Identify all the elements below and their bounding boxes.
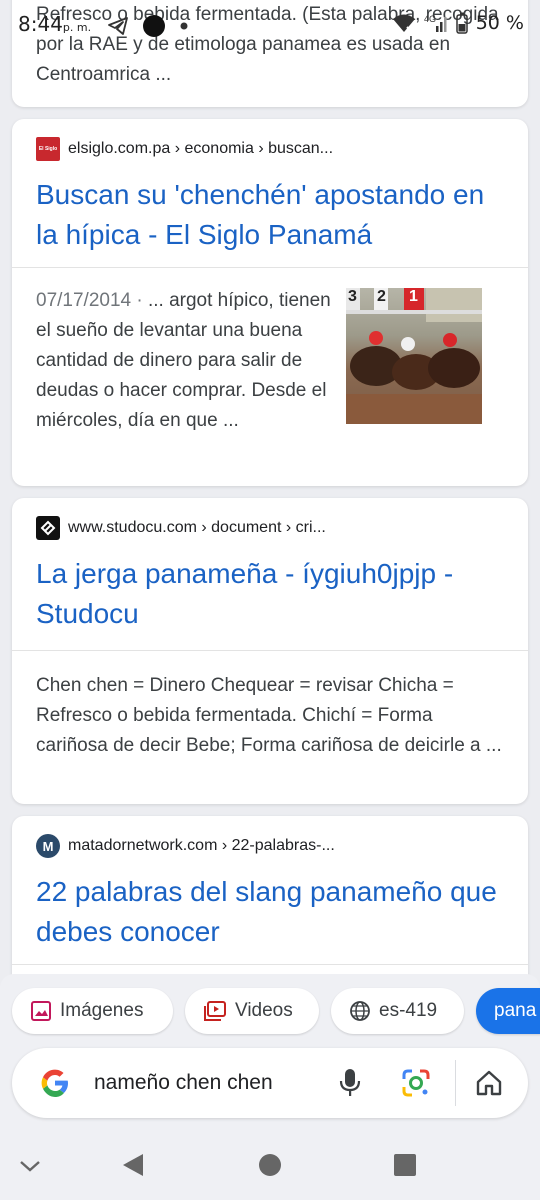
result-title-link[interactable]: 22 palabras del slang panameño que debes…	[12, 872, 528, 952]
result-snippet: 07/17/2014 · ... argot hípico, tienen el…	[36, 290, 331, 431]
chip-label: es-419	[379, 1000, 438, 1021]
result-title-link[interactable]: Buscan su 'chenchén' apostando en la híp…	[12, 175, 528, 255]
telegram-icon	[108, 17, 128, 35]
status-bar: 8:44p. m. 4G 50 %	[0, 0, 540, 50]
chip-videos[interactable]: Videos	[185, 988, 319, 1034]
result-card[interactable]: www.studocu.com › document › cri... La j…	[12, 498, 528, 804]
post-number: 1	[409, 288, 418, 305]
result-snippet: Chen chen = Dinero Chequear = revisar Ch…	[36, 675, 502, 756]
result-source[interactable]: M matadornetwork.com › 22-palabras-...	[36, 826, 504, 866]
chip-label: Imágenes	[60, 1000, 144, 1021]
chip-language[interactable]: es-419	[331, 988, 464, 1034]
home-button-icon[interactable]	[258, 1153, 282, 1177]
studocu-favicon-icon	[36, 516, 60, 540]
clock-time: 8:44	[18, 12, 63, 36]
chip-images[interactable]: Imágenes	[12, 988, 173, 1034]
result-source[interactable]: El Siglo elsiglo.com.pa › economia › bus…	[36, 129, 504, 169]
back-icon[interactable]	[121, 1152, 145, 1178]
matador-favicon-icon: M	[36, 834, 60, 858]
chip-label: pana	[494, 1000, 537, 1021]
result-date: 07/17/2014 ·	[36, 290, 148, 311]
search-input[interactable]: nameño chen chen	[94, 1071, 273, 1095]
chevron-down-icon[interactable]	[18, 1158, 42, 1174]
svg-text:4G: 4G	[424, 14, 436, 24]
globe-icon	[350, 1001, 370, 1021]
battery-icon	[455, 12, 468, 34]
google-logo-icon	[41, 1069, 68, 1097]
record-dot-icon	[143, 15, 165, 37]
horse-race-image	[346, 288, 482, 424]
result-url: elsiglo.com.pa › economia › buscan...	[68, 140, 334, 157]
microphone-icon[interactable]	[338, 1067, 362, 1099]
result-url: www.studocu.com › document › cri...	[68, 519, 326, 536]
result-url: matadornetwork.com › 22-palabras-...	[68, 837, 335, 854]
elsiglo-favicon-icon: El Siglo	[36, 137, 60, 161]
notification-icons	[108, 14, 188, 38]
result-source[interactable]: www.studocu.com › document › cri...	[36, 508, 504, 548]
result-title-link[interactable]: La jerga panameña - íygiuh0jpjp - Studoc…	[12, 554, 528, 634]
system-icons: 4G 50 %	[392, 12, 524, 34]
chip-pana[interactable]: pana	[476, 988, 540, 1034]
navigation-bar	[0, 1140, 540, 1200]
post-number: 3	[348, 288, 357, 305]
signal-icon: 4G	[424, 14, 447, 32]
video-icon	[204, 1001, 226, 1021]
post-number: 2	[377, 288, 386, 305]
search-bar[interactable]: nameño chen chen	[12, 1048, 528, 1118]
divider	[12, 964, 528, 965]
result-thumbnail[interactable]: 3 2 1	[346, 288, 482, 424]
result-card[interactable]: El Siglo elsiglo.com.pa › economia › bus…	[12, 119, 528, 486]
home-icon[interactable]	[475, 1069, 503, 1097]
recents-icon[interactable]	[393, 1153, 417, 1177]
divider	[455, 1060, 456, 1106]
small-dot-icon	[180, 22, 188, 30]
clock: 8:44p. m.	[18, 12, 91, 36]
chip-label: Videos	[235, 1000, 293, 1021]
google-lens-icon[interactable]	[401, 1068, 431, 1098]
clock-ampm: p. m.	[62, 21, 92, 34]
battery-percent: 50 %	[475, 12, 524, 34]
wifi-icon	[392, 14, 415, 33]
image-icon	[31, 1001, 51, 1021]
